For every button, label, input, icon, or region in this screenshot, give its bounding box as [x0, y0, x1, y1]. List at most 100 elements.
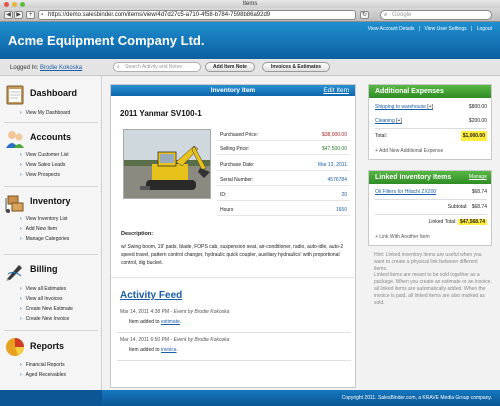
- view-account-details-link[interactable]: View Account Details: [368, 26, 415, 32]
- url-text: https://demo.salesbinder.com/items/view/…: [48, 12, 271, 18]
- pen-icon: [6, 265, 22, 281]
- invoice-link[interactable]: invoice: [161, 347, 177, 353]
- add-bookmark-button[interactable]: +: [26, 11, 35, 19]
- expense-expand-toggle[interactable]: [+]: [427, 104, 433, 110]
- field-purchase-date: Purchase Date: Mar 13, 2011: [217, 159, 350, 171]
- estimate-link[interactable]: estimate: [161, 319, 180, 325]
- browser-search-input[interactable]: ⌕ Google: [380, 10, 492, 20]
- activity-search-input[interactable]: ⌕ Search Activity and Notes: [113, 62, 201, 72]
- logged-in-info: Logged In: Brodie Kokoska: [10, 65, 82, 71]
- linked-total: Linked Total: $47,568.74: [429, 217, 487, 227]
- linked-item-row: Oil Filters for Hitachi ZX200 $68.74: [375, 187, 487, 197]
- expense-row: Shipping to warehouse [+] $800.00: [375, 102, 487, 112]
- sidebar-title-inventory[interactable]: Inventory: [30, 196, 71, 206]
- back-button[interactable]: ◀: [4, 11, 13, 19]
- field-serial-number: Serial Number: 4576784: [217, 174, 350, 186]
- sidebar-item-view-inventory-list[interactable]: View Inventory List: [20, 216, 68, 222]
- magnifier-icon: ⌕: [384, 12, 388, 18]
- linked-header: Linked Inventory Items Manage: [369, 171, 491, 184]
- activity-date: Mar 14, 2011 4:38 PM: [120, 309, 170, 315]
- field-label: ID:: [220, 192, 227, 198]
- activity-meta: Mar 14, 2011 6:50 PM - Event by Brodie K…: [120, 337, 229, 343]
- app-header: Acme Equipment Company Ltd. View Account…: [0, 22, 500, 59]
- close-window-icon[interactable]: [4, 1, 9, 7]
- sidebar-item-add-new-item[interactable]: Add New Item: [20, 226, 57, 232]
- expense-value: $200.00: [468, 118, 487, 124]
- pie-chart-icon: [6, 338, 25, 356]
- sidebar-item-view-all-invoices[interactable]: View all Invoices: [20, 296, 63, 302]
- logout-link[interactable]: Logout: [477, 26, 492, 32]
- expense-value: $800.00: [468, 104, 487, 110]
- activity-text-end: .: [179, 319, 182, 325]
- sidebar-item-view-prospects[interactable]: View Prospects: [20, 172, 60, 178]
- edit-item-link[interactable]: Edit Item: [323, 85, 349, 96]
- linked-total-value: $47,568.74: [457, 219, 487, 225]
- boxes-icon: [5, 195, 24, 213]
- sidebar-item-aged-receivables[interactable]: Aged Receivables: [20, 372, 66, 378]
- linked-explanation: Linked items are meant to be sold togeth…: [374, 272, 492, 306]
- divider: [375, 128, 487, 129]
- address-bar[interactable]: ▪ https://demo.salesbinder.com/items/vie…: [38, 10, 356, 20]
- linked-total-row: Linked Total: $47,568.74: [375, 217, 487, 227]
- sidebar-item-manage-categories[interactable]: Manage Categories: [20, 236, 70, 242]
- field-purchased-price: Purchased Price: $38,000.00: [217, 129, 350, 141]
- sidebar-item-create-new-invoice[interactable]: Create New Invoice: [20, 316, 70, 322]
- lock-icon: ▪: [41, 12, 44, 18]
- linked-total-label: Linked Total:: [428, 219, 457, 225]
- activity-author: Event by Brodie Kokoska: [173, 309, 230, 315]
- field-label: Purchased Price:: [220, 132, 259, 138]
- expense-label[interactable]: Shipping to warehouse [+]: [375, 102, 433, 112]
- expense-label[interactable]: Cleaning [+]: [375, 116, 402, 126]
- field-label: Selling Price:: [220, 146, 250, 152]
- forward-button[interactable]: ▶: [14, 11, 23, 19]
- link-another-item-link[interactable]: + Link With Another Item: [375, 234, 430, 240]
- description-text: w/ Swing boom, 19' pads, blade, FOPS cab…: [121, 244, 344, 266]
- minimize-window-icon[interactable]: [12, 1, 17, 7]
- sidebar-item-create-new-estimate[interactable]: Create New Estimate: [20, 306, 73, 312]
- add-expense-link[interactable]: + Add New Additional Expense: [375, 148, 443, 154]
- zoom-window-icon[interactable]: [20, 1, 25, 7]
- sidebar-item-view-all-estimates[interactable]: View all Estimates: [20, 286, 66, 292]
- item-title: 2011 Yanmar SV100-1: [120, 109, 202, 118]
- field-label: Hours: [220, 207, 234, 213]
- view-user-settings-link[interactable]: View User Settings: [424, 26, 466, 32]
- sidebar-item-view-sales-leads[interactable]: View Sales Leads: [20, 162, 66, 168]
- sidebar-divider: [4, 254, 98, 255]
- sidebar-title-billing[interactable]: Billing: [30, 264, 58, 274]
- sidebar-item-view-customer-list[interactable]: View Customer List: [20, 152, 69, 158]
- invoices-estimates-button[interactable]: Invoices & Estimates: [262, 62, 330, 72]
- manage-link[interactable]: Manage: [469, 171, 487, 184]
- logged-in-label: Logged In:: [10, 65, 39, 71]
- user-link[interactable]: Brodie Kokoska: [40, 65, 82, 71]
- activity-date: Mar 14, 2011 6:50 PM: [120, 337, 170, 343]
- panel-title: Inventory Item: [210, 87, 256, 94]
- reload-button[interactable]: ↻: [360, 11, 369, 19]
- subtotal-label: Subtotal:: [447, 204, 468, 210]
- activity-text-prefix: Item added to: [129, 347, 160, 353]
- add-item-note-button[interactable]: Add Item Note: [205, 62, 255, 72]
- activity-search-placeholder: Search Activity and Notes: [125, 64, 182, 70]
- expense-row: Cleaning [+] $200.00: [375, 116, 487, 126]
- expense-expand-toggle[interactable]: [+]: [396, 118, 402, 124]
- sidebar-title-dashboard[interactable]: Dashboard: [30, 88, 77, 98]
- browser-toolbar: ◀ ▶ + ▪ https://demo.salesbinder.com/ite…: [0, 8, 500, 22]
- activity-feed-title[interactable]: Activity Feed: [120, 290, 182, 301]
- expenses-total-row: Total: $1,000.00: [375, 131, 487, 141]
- subtotal-value: $68.74: [471, 204, 487, 210]
- sidebar-title-reports[interactable]: Reports: [30, 341, 64, 351]
- sidebar-item-view-my-dashboard[interactable]: View My Dashboard: [20, 110, 71, 116]
- window-title-bar: Items: [0, 0, 500, 8]
- activity-text-end: .: [176, 347, 178, 353]
- activity-entry: Mar 14, 2011 4:38 PM - Event by Brodie K…: [117, 309, 351, 333]
- field-value: 4576784: [327, 177, 347, 183]
- expenses-header: Additional Expenses: [369, 85, 491, 98]
- people-icon: [6, 131, 24, 148]
- section-divider: [111, 277, 355, 278]
- window-title: Items: [242, 1, 258, 7]
- sidebar-item-financial-reports[interactable]: Financial Reports: [20, 362, 65, 368]
- sidebar-title-accounts[interactable]: Accounts: [30, 132, 71, 142]
- linked-item-link[interactable]: Oil Filters for Hitachi ZX200: [375, 187, 436, 197]
- search-icon: ⌕: [117, 64, 120, 70]
- sidebar: Dashboard View My Dashboard Accounts Vie…: [0, 76, 102, 406]
- total-value: $1,000.00: [460, 131, 487, 141]
